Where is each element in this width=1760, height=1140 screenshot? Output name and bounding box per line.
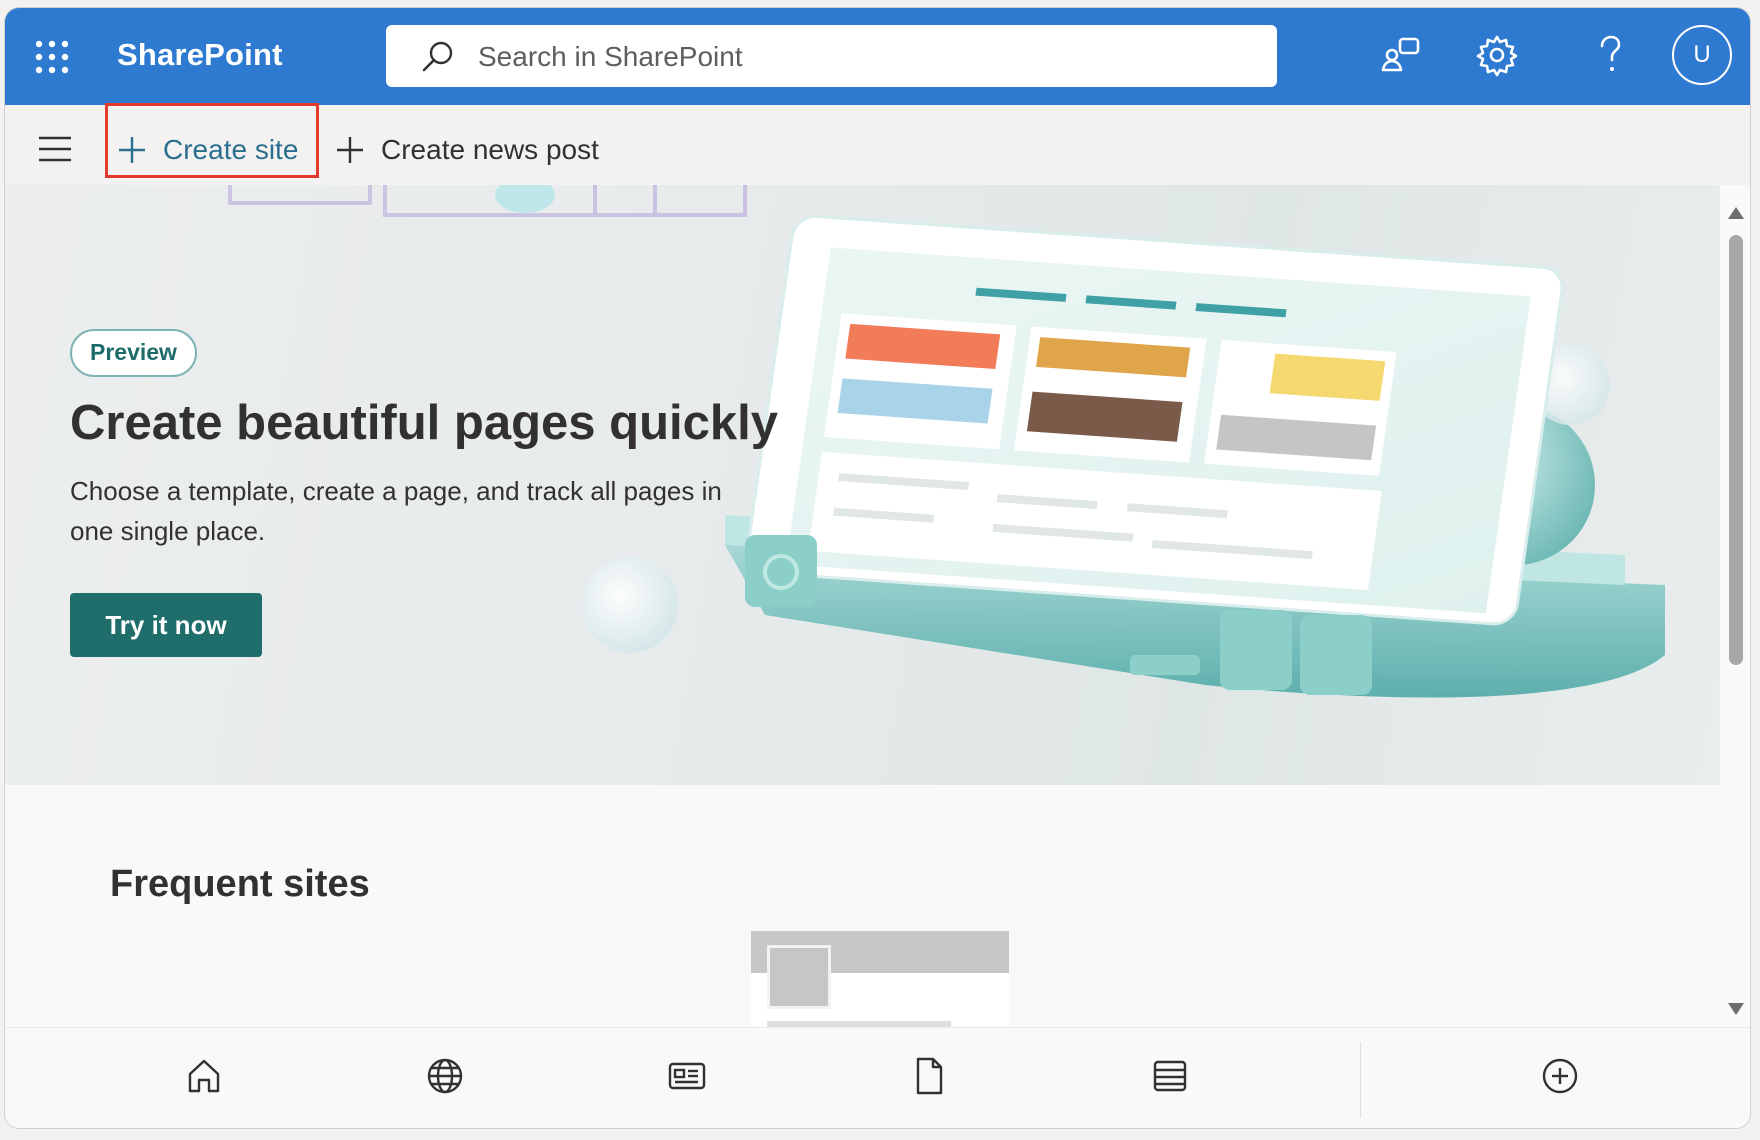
create-site-button[interactable]: Create site <box>117 121 298 179</box>
page-scrollbar[interactable] <box>1720 185 1750 1027</box>
create-site-label: Create site <box>163 134 299 165</box>
list-icon[interactable] <box>1148 1054 1192 1098</box>
sharepoint-window: SharePoint U <box>5 8 1750 1128</box>
create-news-post-button[interactable]: Create news post <box>335 121 599 179</box>
home-icon[interactable] <box>182 1054 226 1098</box>
settings-gear-icon[interactable] <box>1475 33 1519 77</box>
site-card-placeholder[interactable] <box>751 931 1009 1027</box>
site-logo-placeholder <box>767 945 831 1009</box>
app-launcher-icon[interactable] <box>35 40 69 74</box>
plus-icon <box>337 137 363 163</box>
search-icon <box>422 41 453 72</box>
search-input[interactable] <box>476 35 1240 79</box>
scroll-up-arrow-icon[interactable] <box>1728 207 1744 219</box>
add-icon[interactable] <box>1538 1054 1582 1098</box>
news-icon[interactable] <box>665 1054 709 1098</box>
create-news-post-label: Create news post <box>381 134 599 165</box>
command-bar: Create site Create news post <box>5 105 1750 193</box>
preview-badge: Preview <box>70 329 197 377</box>
hamburger-menu-icon[interactable] <box>37 135 73 163</box>
help-icon[interactable] <box>1588 33 1632 77</box>
hero-title: Create beautiful pages quickly <box>70 396 778 450</box>
app-name[interactable]: SharePoint <box>117 37 283 73</box>
user-avatar[interactable]: U <box>1672 25 1732 85</box>
scroll-down-arrow-icon[interactable] <box>1728 1003 1744 1015</box>
plus-icon <box>119 137 145 163</box>
bottom-navigation <box>5 1027 1750 1128</box>
feedback-icon[interactable] <box>1380 33 1424 77</box>
file-icon[interactable] <box>907 1054 951 1098</box>
nav-divider <box>1360 1042 1361 1118</box>
hero-description: Choose a template, create a page, and tr… <box>70 476 722 546</box>
frequent-sites-heading: Frequent sites <box>110 863 370 905</box>
suite-bar: SharePoint U <box>5 8 1750 105</box>
scroll-thumb[interactable] <box>1729 235 1743 665</box>
globe-icon[interactable] <box>423 1054 467 1098</box>
try-it-now-button[interactable]: Try it now <box>70 593 262 657</box>
search-box[interactable] <box>386 25 1277 87</box>
hero-banner: Preview Create beautiful pages quickly C… <box>5 185 1720 785</box>
